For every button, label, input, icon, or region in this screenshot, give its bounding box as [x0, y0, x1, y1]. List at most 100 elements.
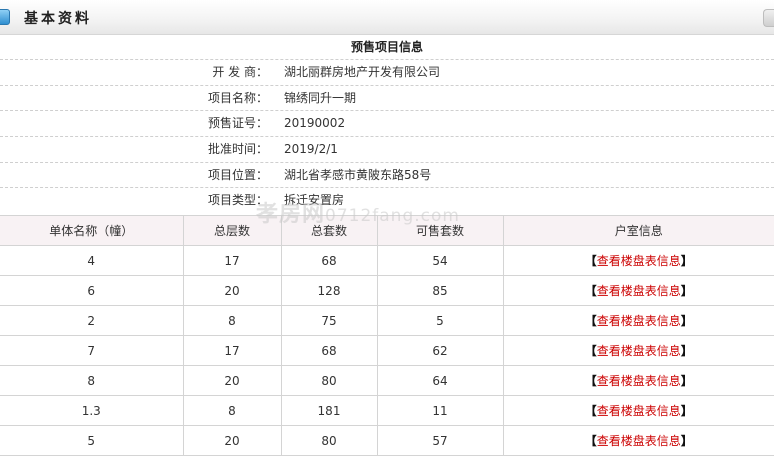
link-label: 查看楼盘表信息 [596, 344, 681, 358]
bracket-right: 】 [680, 434, 693, 448]
info-value: 锦绣同升一期 [284, 90, 357, 105]
view-floor-plan-link[interactable]: 【查看楼盘表信息】 [585, 404, 693, 418]
bracket-left: 【 [584, 314, 597, 328]
cell-total-units: 68 [280, 335, 378, 366]
cell-building: 7 [0, 335, 184, 366]
column-header-floors: 总层数 [182, 215, 282, 246]
cell-floors: 20 [182, 425, 282, 456]
cell-total-units: 75 [280, 305, 378, 336]
cell-unit-info: 【查看楼盘表信息】 [502, 425, 774, 456]
collapse-tab-icon[interactable] [763, 9, 774, 27]
bracket-left: 【 [584, 374, 597, 388]
building-units-table: 单体名称（幢） 总层数 总套数 可售套数 户室信息 4 17 68 54 【查看楼盘表信… [0, 215, 774, 456]
link-label: 查看楼盘表信息 [596, 254, 681, 268]
cell-available-units: 62 [376, 335, 504, 366]
column-header-total-units: 总套数 [280, 215, 378, 246]
table-row: 8 20 80 64 【查看楼盘表信息】 [0, 365, 774, 396]
cell-building: 6 [0, 275, 184, 306]
cell-building: 5 [0, 425, 184, 456]
table-row: 4 17 68 54 【查看楼盘表信息】 [0, 245, 774, 276]
column-header-building: 单体名称（幢） [0, 215, 184, 246]
column-header-unit-info: 户室信息 [502, 215, 774, 246]
cell-available-units: 5 [376, 305, 504, 336]
cell-total-units: 80 [280, 425, 378, 456]
cell-available-units: 64 [376, 365, 504, 396]
cell-total-units: 128 [280, 275, 378, 306]
info-value: 2019/2/1 [284, 142, 338, 157]
cell-unit-info: 【查看楼盘表信息】 [502, 395, 774, 426]
info-label: 项目名称： [207, 90, 268, 105]
table-row: 5 20 80 57 【查看楼盘表信息】 [0, 425, 774, 456]
bracket-left: 【 [584, 284, 597, 298]
info-label: 批准时间： [207, 142, 268, 157]
cell-unit-info: 【查看楼盘表信息】 [502, 365, 774, 396]
cell-unit-info: 【查看楼盘表信息】 [502, 245, 774, 276]
info-label: 项目类型： [207, 193, 268, 208]
view-floor-plan-link[interactable]: 【查看楼盘表信息】 [585, 374, 693, 388]
info-value: 20190002 [284, 116, 346, 131]
cell-building: 2 [0, 305, 184, 336]
view-floor-plan-link[interactable]: 【查看楼盘表信息】 [585, 344, 693, 358]
info-row-developer: 开 发 商： 湖北丽群房地产开发有限公司 [0, 60, 774, 86]
presale-info-title: 预售项目信息 [0, 35, 774, 60]
info-label: 预售证号： [207, 116, 268, 131]
info-value: 拆迁安置房 [284, 193, 345, 208]
bracket-left: 【 [584, 404, 597, 418]
section-icon [0, 9, 10, 25]
info-row-project-name: 项目名称： 锦绣同升一期 [0, 86, 774, 112]
cell-floors: 8 [182, 305, 282, 336]
bracket-left: 【 [584, 344, 597, 358]
info-value: 湖北丽群房地产开发有限公司 [284, 65, 441, 79]
cell-total-units: 68 [280, 245, 378, 276]
bracket-right: 】 [680, 254, 693, 268]
cell-available-units: 57 [376, 425, 504, 456]
cell-floors: 17 [182, 335, 282, 366]
info-label: 开 发 商： [212, 65, 268, 79]
table-row: 7 17 68 62 【查看楼盘表信息】 [0, 335, 774, 366]
cell-building: 8 [0, 365, 184, 396]
section-title: 基本资料 [24, 11, 92, 27]
cell-total-units: 80 [280, 365, 378, 396]
link-label: 查看楼盘表信息 [596, 374, 681, 388]
cell-floors: 17 [182, 245, 282, 276]
view-floor-plan-link[interactable]: 【查看楼盘表信息】 [585, 314, 693, 328]
cell-total-units: 181 [280, 395, 378, 426]
view-floor-plan-link[interactable]: 【查看楼盘表信息】 [585, 434, 693, 448]
bracket-right: 】 [680, 404, 693, 418]
cell-building: 4 [0, 245, 184, 276]
bracket-right: 】 [680, 284, 693, 298]
cell-building: 1.3 [0, 395, 184, 426]
presale-info-panel: 预售项目信息 开 发 商： 湖北丽群房地产开发有限公司 项目名称： 锦绣同升一期… [0, 35, 774, 213]
bracket-right: 】 [680, 314, 693, 328]
info-row-location: 项目位置： 湖北省孝感市黄陂东路58号 [0, 163, 774, 189]
table-row: 6 20 128 85 【查看楼盘表信息】 [0, 275, 774, 306]
cell-floors: 20 [182, 365, 282, 396]
cell-unit-info: 【查看楼盘表信息】 [502, 335, 774, 366]
cell-unit-info: 【查看楼盘表信息】 [502, 275, 774, 306]
view-floor-plan-link[interactable]: 【查看楼盘表信息】 [585, 254, 693, 268]
link-label: 查看楼盘表信息 [596, 284, 681, 298]
column-header-available-units: 可售套数 [376, 215, 504, 246]
cell-floors: 8 [182, 395, 282, 426]
cell-available-units: 54 [376, 245, 504, 276]
info-row-approval-date: 批准时间： 2019/2/1 [0, 137, 774, 163]
view-floor-plan-link[interactable]: 【查看楼盘表信息】 [585, 284, 693, 298]
cell-available-units: 11 [376, 395, 504, 426]
cell-unit-info: 【查看楼盘表信息】 [502, 305, 774, 336]
link-label: 查看楼盘表信息 [596, 434, 681, 448]
bracket-left: 【 [584, 434, 597, 448]
bracket-right: 】 [680, 344, 693, 358]
bracket-left: 【 [584, 254, 597, 268]
section-header: 基本资料 [0, 0, 774, 35]
table-row: 1.3 8 181 11 【查看楼盘表信息】 [0, 395, 774, 426]
info-row-project-type: 项目类型： 拆迁安置房 [0, 188, 774, 213]
info-value: 湖北省孝感市黄陂东路58号 [284, 167, 432, 182]
table-row: 2 8 75 5 【查看楼盘表信息】 [0, 305, 774, 336]
cell-floors: 20 [182, 275, 282, 306]
link-label: 查看楼盘表信息 [596, 404, 681, 418]
table-header-row: 单体名称（幢） 总层数 总套数 可售套数 户室信息 [0, 215, 774, 246]
info-row-permit-number: 预售证号： 20190002 [0, 111, 774, 138]
info-label: 项目位置： [207, 167, 268, 182]
link-label: 查看楼盘表信息 [596, 314, 681, 328]
bracket-right: 】 [680, 374, 693, 388]
